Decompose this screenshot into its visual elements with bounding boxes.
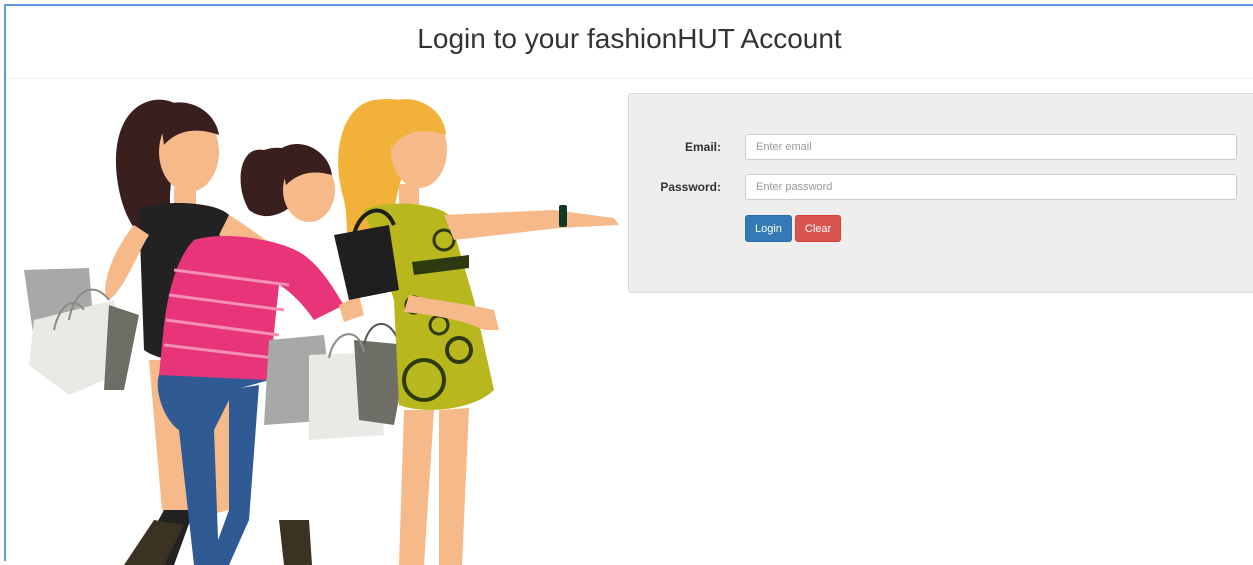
clear-button[interactable]: Clear (794, 215, 842, 242)
login-button[interactable]: Login (745, 215, 792, 242)
page-frame: Login to your fashionHUT Account Email: … (4, 4, 1253, 565)
shopping-illustration (14, 90, 624, 565)
shopping-bags-left (24, 268, 139, 395)
shopping-bags-middle (264, 322, 409, 440)
email-input[interactable] (745, 134, 1237, 160)
form-buttons: Login Clear (745, 215, 842, 242)
password-row: Password: (629, 174, 1237, 200)
password-input[interactable] (745, 174, 1237, 200)
email-label: Email: (684, 140, 721, 154)
shopping-women-image (24, 99, 619, 565)
password-label: Password: (660, 180, 721, 194)
page-header: Login to your fashionHUT Account (6, 6, 1253, 79)
login-panel: Email: Password: Login Clear (628, 93, 1253, 293)
woman-right (338, 99, 619, 565)
email-row: Email: (629, 134, 1237, 160)
page-title: Login to your fashionHUT Account (417, 23, 842, 54)
